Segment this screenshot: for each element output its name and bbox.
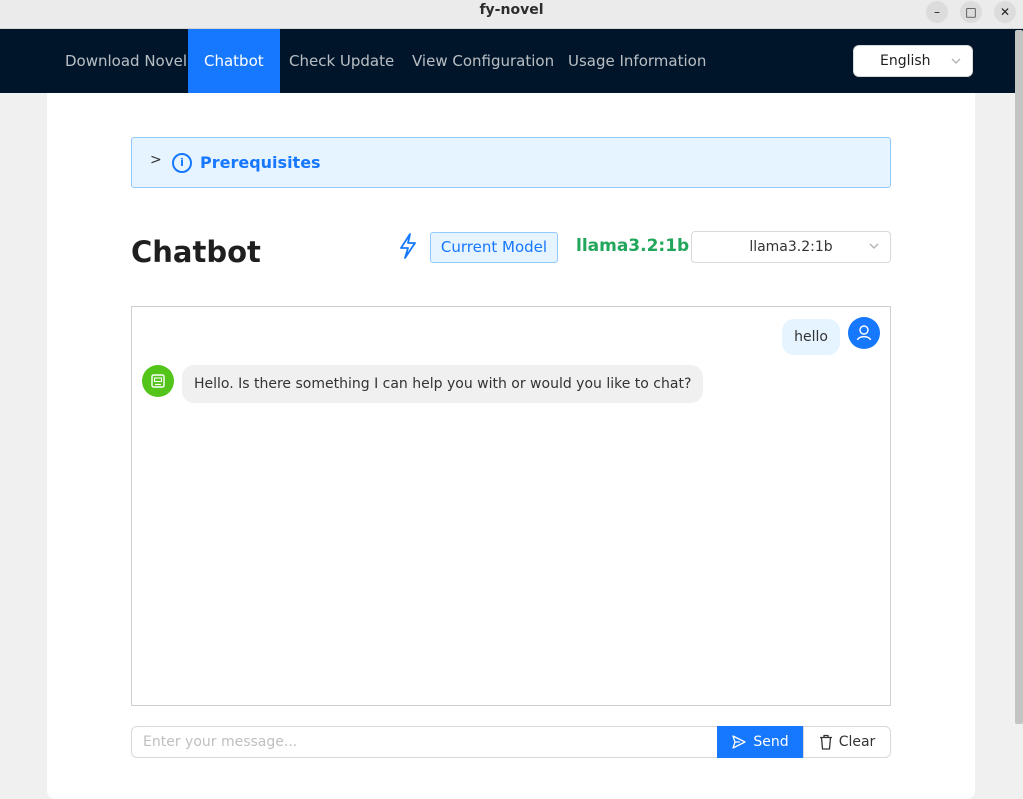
prerequisites-collapse[interactable]: > i Prerequisites bbox=[131, 137, 891, 188]
bot-avatar bbox=[142, 365, 174, 397]
message-input[interactable] bbox=[131, 726, 718, 758]
current-model-tag: Current Model bbox=[430, 232, 558, 263]
send-label: Send bbox=[753, 734, 789, 750]
maximize-button[interactable]: □ bbox=[960, 1, 982, 23]
clear-label: Clear bbox=[838, 734, 876, 750]
clear-button[interactable]: Clear bbox=[803, 726, 891, 758]
page-title: Chatbot bbox=[131, 235, 261, 269]
maximize-icon: □ bbox=[965, 5, 977, 19]
close-button[interactable]: ✕ bbox=[994, 1, 1016, 23]
model-select[interactable]: llama3.2:1b bbox=[691, 231, 891, 263]
send-icon bbox=[732, 735, 747, 749]
chevron-down-icon bbox=[868, 232, 880, 273]
window-title: fy-novel bbox=[479, 2, 544, 18]
model-select-value: llama3.2:1b bbox=[749, 239, 833, 255]
user-message: hello bbox=[782, 319, 840, 355]
title-bar: fy-novel – □ ✕ bbox=[0, 0, 1023, 29]
scrollbar[interactable] bbox=[1015, 30, 1023, 724]
chat-history[interactable]: hello Hello. Is there something I can he… bbox=[131, 306, 891, 706]
send-button[interactable]: Send bbox=[717, 726, 803, 758]
info-icon: i bbox=[172, 153, 192, 173]
user-avatar bbox=[848, 317, 880, 349]
nav-usage-information[interactable]: Usage Information bbox=[552, 29, 722, 93]
model-name: llama3.2:1b bbox=[576, 236, 690, 256]
nav-chatbot[interactable]: Chatbot bbox=[188, 29, 280, 93]
nav-check-update[interactable]: Check Update bbox=[273, 29, 410, 93]
bot-message: Hello. Is there something I can help you… bbox=[182, 365, 704, 403]
lightning-icon bbox=[400, 233, 416, 259]
minimize-button[interactable]: – bbox=[926, 1, 948, 23]
close-icon: ✕ bbox=[999, 5, 1011, 19]
robot-icon bbox=[151, 374, 165, 388]
user-icon bbox=[856, 325, 872, 341]
prerequisites-label: Prerequisites bbox=[200, 153, 321, 172]
main-content: > i Prerequisites Chatbot Current Model … bbox=[47, 93, 975, 799]
minimize-icon: – bbox=[934, 5, 940, 19]
top-navbar: Download Novel Chatbot Check Update View… bbox=[0, 29, 1023, 93]
expand-arrow-icon: > bbox=[150, 152, 162, 168]
trash-icon bbox=[819, 734, 832, 750]
chevron-down-icon bbox=[950, 52, 962, 75]
nav-download-novel[interactable]: Download Novel bbox=[49, 29, 203, 93]
nav-view-configuration[interactable]: View Configuration bbox=[396, 29, 570, 93]
language-select[interactable]: English bbox=[853, 45, 973, 77]
language-value: English bbox=[880, 53, 931, 69]
